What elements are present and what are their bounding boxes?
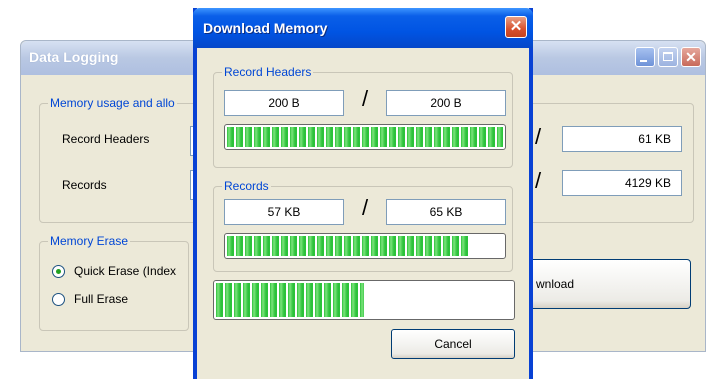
maximize-icon[interactable] (658, 47, 678, 67)
minimize-icon[interactable] (635, 47, 655, 67)
record-headers-total-field[interactable]: 61 KB (562, 126, 682, 152)
quick-erase-radio[interactable] (52, 265, 65, 278)
record-headers-legend: Record Headers (222, 65, 314, 79)
memory-usage-legend: Memory usage and allo (48, 96, 177, 110)
full-erase-label[interactable]: Full Erase (74, 292, 128, 306)
record-headers-group: Record Headers 200 B / 200 B (213, 65, 513, 168)
overall-progress-fill (216, 283, 364, 317)
full-erase-radio[interactable] (52, 293, 65, 306)
records-group: Records 57 KB / 65 KB (213, 179, 513, 272)
record-headers-label: Record Headers (62, 132, 150, 146)
records-progress-bar (224, 233, 506, 259)
dialog-title: Download Memory (203, 20, 328, 36)
records-total-field[interactable]: 4129 KB (562, 170, 682, 196)
memory-erase-legend: Memory Erase (48, 234, 131, 248)
download-memory-dialog: Download Memory ✕ Record Headers 200 B /… (193, 8, 533, 379)
records-legend: Records (222, 179, 271, 193)
record-headers-progress-bar (224, 124, 506, 150)
records-progress-fill (227, 236, 470, 256)
download-button-label: wnload (536, 277, 575, 291)
record-headers-separator: / (535, 124, 542, 149)
cancel-button[interactable]: Cancel (391, 329, 515, 359)
overall-progress-bar (213, 280, 515, 320)
window-title: Data Logging (29, 49, 119, 65)
memory-erase-group: Memory Erase Quick Erase (Index Full Era… (39, 234, 189, 331)
records-separator: / (535, 168, 542, 193)
records-label: Records (62, 178, 107, 192)
records-total-field[interactable]: 65 KB (386, 199, 506, 225)
records-current-field[interactable]: 57 KB (224, 199, 344, 225)
record-headers-total-field[interactable]: 200 B (386, 90, 506, 116)
record-headers-progress-fill (227, 127, 503, 147)
close-icon[interactable]: ✕ (505, 16, 527, 38)
records-separator: / (362, 195, 369, 220)
record-headers-separator: / (362, 86, 369, 111)
quick-erase-label[interactable]: Quick Erase (Index (74, 264, 176, 278)
download-memory-titlebar[interactable]: Download Memory ✕ (193, 8, 533, 48)
record-headers-current-field[interactable]: 200 B (224, 90, 344, 116)
close-icon[interactable]: ✕ (681, 47, 701, 67)
